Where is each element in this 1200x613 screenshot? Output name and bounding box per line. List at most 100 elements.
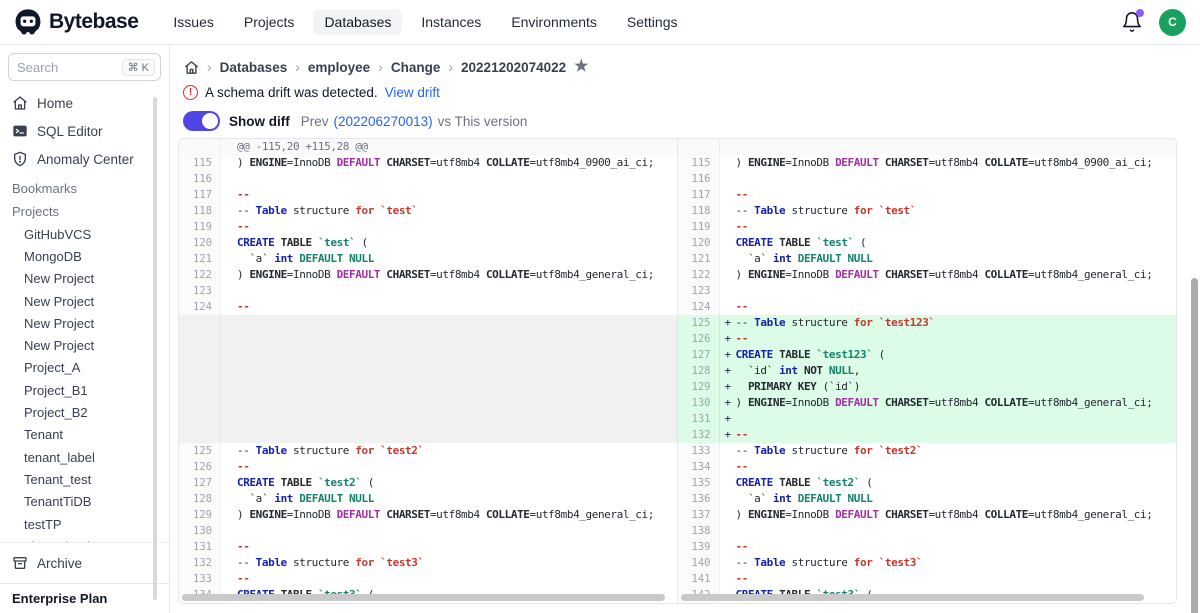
prev-version-link[interactable]: (202206270013) [334,114,433,129]
sidebar-project-item[interactable]: Project_B1 [0,379,169,401]
bookmark-star-icon[interactable]: ★ [574,59,588,75]
diff-placeholder-row [179,379,677,395]
projects-list: GitHubVCSMongoDBNew ProjectNew ProjectNe… [0,223,169,542]
diff-added-row: 132+-- [678,427,1177,443]
archive-section: Archive [0,542,169,583]
sidebar-project-item[interactable]: TenantTiDB [0,491,169,513]
view-drift-link[interactable]: View drift [385,85,440,100]
terminal-icon [12,123,28,139]
nav-item-issues[interactable]: Issues [162,9,224,35]
vs-this-version-label: vs This version [438,114,528,129]
alert-circle-icon: ! [183,85,198,100]
main-content: › Databases › employee › Change › 202212… [170,45,1200,613]
bytebase-logo[interactable]: Bytebase [14,8,138,36]
breadcrumb-version[interactable]: 20221202074022 [461,60,566,75]
sidebar-project-item[interactable]: MongoDB [0,245,169,267]
archive-icon [12,555,28,571]
diff-placeholder-row [179,315,677,331]
sidebar-item-label: Anomaly Center [37,152,134,167]
nav-item-environments[interactable]: Environments [500,9,608,35]
sidebar-project-item[interactable]: New Project [0,312,169,334]
diff-added-row: 130+) ENGINE=InnoDB DEFAULT CHARSET=utf8… [678,395,1177,411]
brand-wordmark: Bytebase [49,10,138,34]
sidebar-project-item[interactable]: GitHubVCS [0,223,169,245]
sidebar-project-item[interactable]: Tenant [0,424,169,446]
diff-row: 120CREATE TABLE `test` ( [179,235,677,251]
nav-item-projects[interactable]: Projects [233,9,306,35]
sidebar-item-archive[interactable]: Archive [0,549,169,577]
diff-row: 126-- [179,459,677,475]
diff-row: 140-- Table structure for `test3` [678,555,1177,571]
sidebar-project-item[interactable]: New Project [0,334,169,356]
diff-row: 128 `a` int DEFAULT NULL [179,491,677,507]
diff-row: 141-- [678,571,1177,587]
diff-row: 117-- [179,187,677,203]
nav-item-settings[interactable]: Settings [616,9,689,35]
sidebar-project-item[interactable]: Project_B2 [0,401,169,423]
notifications-bell-icon[interactable] [1121,11,1143,33]
sidebar-scrollbar[interactable] [153,97,157,600]
diff-row: 117-- [678,187,1177,203]
vertical-scrollbar[interactable] [1191,278,1198,613]
sidebar-project-item[interactable]: TiDB Cloud [0,535,169,542]
diff-row: 130 [179,523,677,539]
diff-row: 123 [678,283,1177,299]
breadcrumb-separator: › [207,59,212,75]
diff-pane-previous: @@ -115,20 +115,28 @@115) ENGINE=InnoDB … [179,139,678,603]
diff-added-row: 125+-- Table structure for `test123` [678,315,1177,331]
schema-diff-panel: @@ -115,20 +115,28 @@115) ENGINE=InnoDB … [178,138,1177,604]
diff-row: 124-- [179,299,677,315]
breadcrumb-change[interactable]: Change [391,60,441,75]
nav-item-instances[interactable]: Instances [410,9,492,35]
bytebase-logo-icon [14,8,42,36]
diff-row: 133-- [179,571,677,587]
nav-item-databases[interactable]: Databases [313,9,402,35]
diff-row: 115) ENGINE=InnoDB DEFAULT CHARSET=utf8m… [678,155,1177,171]
breadcrumb-home-icon[interactable] [184,60,199,75]
diff-row: 138 [678,523,1177,539]
sidebar-item-sql-editor[interactable]: SQL Editor [0,117,169,145]
show-diff-toggle[interactable] [183,111,220,131]
breadcrumb-separator: › [448,59,453,75]
breadcrumb-separator: › [378,59,383,75]
sidebar-item-label: SQL Editor [37,124,103,139]
breadcrumb-employee[interactable]: employee [308,60,370,75]
sidebar-project-item[interactable]: tenant_label [0,446,169,468]
sidebar-item-label: Archive [37,556,82,571]
app-window: Bytebase Issues Projects Databases Instance… [0,0,1200,613]
diff-row: 121 `a` int DEFAULT NULL [179,251,677,267]
diff-row: 115) ENGINE=InnoDB DEFAULT CHARSET=utf8m… [179,155,677,171]
projects-section-header[interactable]: Projects [0,200,169,223]
diff-pane-current: 115) ENGINE=InnoDB DEFAULT CHARSET=utf8m… [678,139,1177,603]
breadcrumb-databases[interactable]: Databases [220,60,288,75]
bookmarks-section-header[interactable]: Bookmarks [0,173,169,200]
horizontal-scrollbar[interactable] [182,594,665,601]
user-avatar[interactable]: C [1159,9,1186,36]
diff-placeholder-row [179,363,677,379]
diff-row: 133-- Table structure for `test2` [678,443,1177,459]
diff-row: 125-- Table structure for `test2` [179,443,677,459]
diff-row: 119-- [678,219,1177,235]
search-input[interactable] [17,60,122,75]
diff-added-row: 129+ PRIMARY KEY (`id`) [678,379,1177,395]
sidebar-item-anomaly-center[interactable]: Anomaly Center [0,145,169,173]
sidebar-item-label: Home [37,96,73,111]
sidebar-project-item[interactable]: Project_A [0,357,169,379]
diff-row: 122) ENGINE=InnoDB DEFAULT CHARSET=utf8m… [179,267,677,283]
diff-hunk-header: @@ -115,20 +115,28 @@ [179,139,677,155]
sidebar: ⌘ K Home SQL Editor [0,45,170,613]
diff-row: 135CREATE TABLE `test2` ( [678,475,1177,491]
diff-row: 139-- [678,539,1177,555]
schema-drift-alert: ! A schema drift was detected. View drif… [170,75,1200,100]
primary-nav: Issues Projects Databases Instances Environm… [162,9,688,35]
diff-placeholder-row [179,395,677,411]
sidebar-project-item[interactable]: testTP [0,513,169,535]
diff-row: 134-- [678,459,1177,475]
sidebar-item-home[interactable]: Home [0,89,169,117]
horizontal-scrollbar[interactable] [681,594,1145,601]
search-box[interactable]: ⌘ K [8,53,161,81]
sidebar-project-item[interactable]: New Project [0,268,169,290]
diff-row: 136 `a` int DEFAULT NULL [678,491,1177,507]
sidebar-project-item[interactable]: New Project [0,290,169,312]
sidebar-project-item[interactable]: Tenant_test [0,468,169,490]
